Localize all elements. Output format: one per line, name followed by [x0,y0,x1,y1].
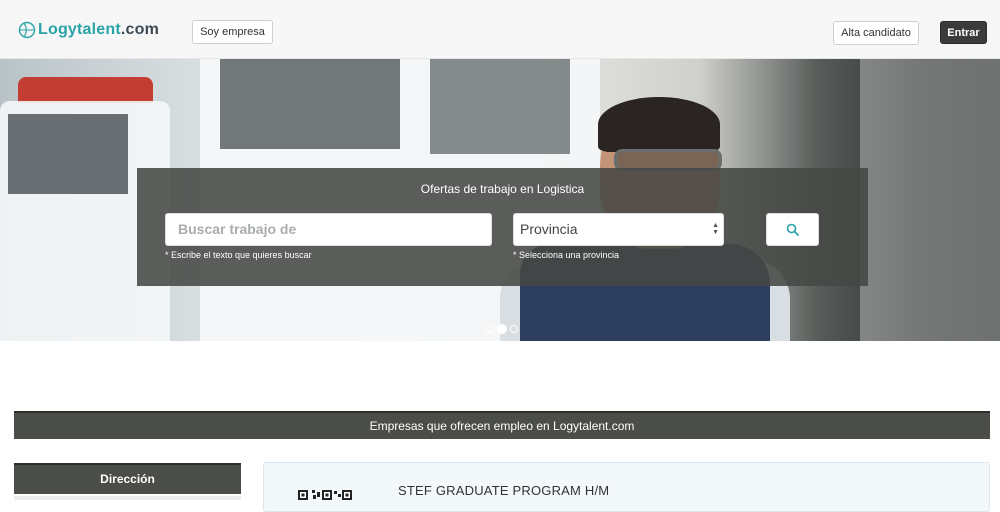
carousel-indicators [486,324,518,334]
province-help: * Selecciona una provincia [513,250,620,260]
top-header: Logytalent.com Soy empresa Alta candidat… [0,0,1000,59]
logo-globe-icon [18,21,36,39]
truck-far-right [860,59,1000,341]
companies-section-title: Empresas que ofrecen empleo en Logytalen… [14,411,990,439]
truck-window-right [430,59,570,154]
province-select-value: Provincia [520,221,578,237]
search-title: Ofertas de trabajo en Logistica [420,182,585,196]
sidebar-list-start [14,496,241,500]
hero-banner: Ofertas de trabajo en Logistica Buscar t… [0,59,1000,341]
carousel-dot[interactable] [510,325,518,333]
job-title[interactable]: STEF GRADUATE PROGRAM H/M [398,483,609,498]
truck-windshield-left [8,114,128,194]
direccion-filter-heading[interactable]: Dirección [14,463,241,494]
entrar-button[interactable]: Entrar [940,21,987,44]
alta-candidato-button[interactable]: Alta candidato [833,21,919,45]
job-search-input[interactable]: Buscar trabajo de [165,213,492,246]
logytalent-logo[interactable]: Logytalent.com [18,21,159,39]
search-button[interactable] [766,213,819,246]
carousel-dot[interactable] [486,325,494,333]
truck-roof-decoration [18,77,153,103]
truck-windshield-middle [220,59,400,149]
logo-text: Logytalent.com [38,21,159,39]
search-icon [786,223,799,236]
logo-text-main: Logytalent [38,21,121,38]
person-hair [598,97,720,152]
job-input-help: * Escribe el texto que quieres buscar [165,250,312,260]
carousel-dot-active[interactable] [497,324,507,334]
logo-text-tld: .com [120,21,160,38]
province-select[interactable]: Provincia ▲ ▼ [513,213,724,246]
select-arrows-icon: ▲ ▼ [712,222,719,236]
job-listing-card[interactable]: STEF GRADUATE PROGRAM H/M [263,462,990,512]
job-search-panel: Ofertas de trabajo en Logistica Buscar t… [137,168,868,286]
soy-empresa-button[interactable]: Soy empresa [192,20,273,44]
